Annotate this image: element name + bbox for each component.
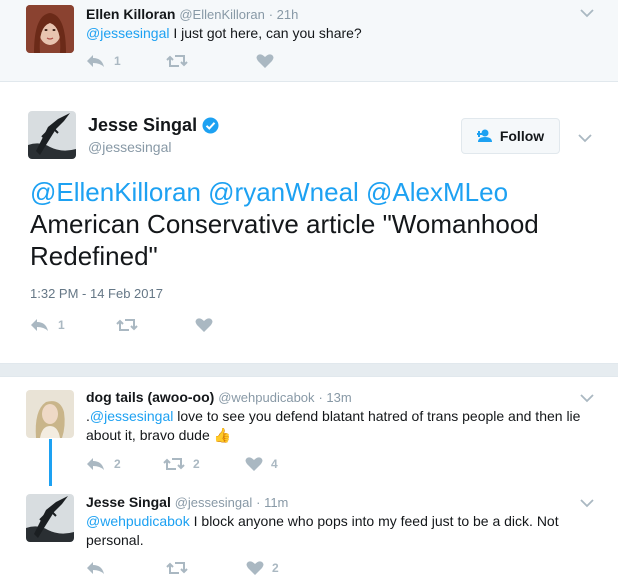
retweet-icon — [116, 319, 138, 331]
tweet-text: I just got here, can you share? — [169, 25, 362, 41]
retweet-button[interactable]: 2 — [163, 456, 245, 472]
reply-button[interactable]: 1 — [30, 317, 116, 333]
author-name[interactable]: Jesse Singal — [88, 115, 197, 136]
author-handle[interactable]: @jessesingal — [88, 139, 171, 155]
heart-icon — [246, 561, 264, 575]
avatar-dogtails[interactable] — [26, 390, 74, 438]
replies-section: dog tails (awoo-oo) @wehpudicabok · 13m … — [0, 376, 618, 583]
author-handle[interactable]: @EllenKilloran — [179, 7, 264, 22]
thumbs-up-emoji: 👍 — [213, 427, 232, 443]
heart-icon — [256, 54, 274, 68]
retweet-count: 2 — [193, 457, 200, 471]
verified-badge-icon — [202, 117, 219, 134]
avatar-dogtails-image — [26, 390, 74, 438]
heart-icon — [245, 457, 263, 471]
reply-icon — [87, 458, 104, 470]
avatar-jesse-image — [28, 111, 76, 159]
retweet-icon — [163, 458, 185, 470]
tweet-timestamp[interactable]: 1:32 PM - 14 Feb 2017 — [30, 286, 163, 301]
like-count: 4 — [271, 457, 278, 471]
thread-connector-line — [49, 439, 52, 486]
retweet-button[interactable] — [166, 560, 246, 576]
avatar-jesse[interactable] — [28, 111, 76, 159]
author-handle[interactable]: @jessesingal — [175, 495, 253, 510]
author-name[interactable]: dog tails (awoo-oo) — [86, 389, 214, 405]
reply-button[interactable] — [86, 560, 166, 576]
retweet-icon — [166, 55, 188, 67]
avatar-jesse-image — [26, 494, 74, 542]
like-button[interactable] — [256, 53, 274, 69]
follow-label: Follow — [499, 128, 545, 144]
tweet-time[interactable]: · 11m — [256, 495, 288, 510]
mention-links[interactable]: @EllenKilloran @ryanWneal @AlexMLeo — [30, 177, 508, 207]
like-button[interactable]: 2 — [246, 560, 279, 576]
main-tweet: Jesse Singal @jessesingal Follow @EllenK… — [0, 82, 618, 364]
heart-icon — [195, 318, 213, 332]
avatar-ellen[interactable] — [26, 5, 74, 53]
like-count: 2 — [272, 561, 279, 575]
author-name[interactable]: Ellen Killoran — [86, 6, 175, 22]
mention-link[interactable]: @wehpudicabok — [86, 513, 190, 529]
tweet-time[interactable]: · 13m — [318, 390, 351, 405]
like-button[interactable] — [195, 317, 213, 333]
retweet-icon — [166, 562, 188, 574]
reply-icon — [87, 55, 104, 67]
avatar-jesse-small[interactable] — [26, 494, 74, 542]
chevron-down-icon[interactable] — [580, 498, 594, 508]
chevron-down-icon[interactable] — [578, 133, 592, 143]
avatar-ellen-face — [26, 5, 74, 53]
mention-link[interactable]: @jessesingal — [86, 25, 169, 41]
tweet-time[interactable]: · 21h — [269, 7, 299, 22]
author-name[interactable]: Jesse Singal — [86, 494, 171, 510]
chevron-down-icon[interactable] — [580, 393, 594, 403]
mention-link[interactable]: @jessesingal — [90, 408, 173, 424]
reply-count: 2 — [114, 457, 121, 471]
reply-icon — [87, 562, 104, 574]
like-button[interactable]: 4 — [245, 456, 278, 472]
follow-button[interactable]: Follow — [461, 118, 560, 154]
add-user-icon — [476, 129, 492, 142]
reply-button[interactable]: 1 — [86, 53, 166, 69]
chevron-down-icon[interactable] — [580, 8, 594, 18]
tweet-text: American Conservative article "Womanhood… — [30, 209, 539, 271]
reply-count: 1 — [114, 54, 121, 68]
reply-button[interactable]: 2 — [86, 456, 163, 472]
retweet-button[interactable] — [166, 53, 256, 69]
reply-count: 1 — [58, 318, 65, 332]
reply-icon — [31, 319, 48, 331]
retweet-button[interactable] — [116, 317, 195, 333]
author-handle[interactable]: @wehpudicabok — [218, 390, 314, 405]
top-reply-tweet[interactable]: Ellen Killoran @EllenKilloran · 21h @jes… — [0, 0, 618, 82]
